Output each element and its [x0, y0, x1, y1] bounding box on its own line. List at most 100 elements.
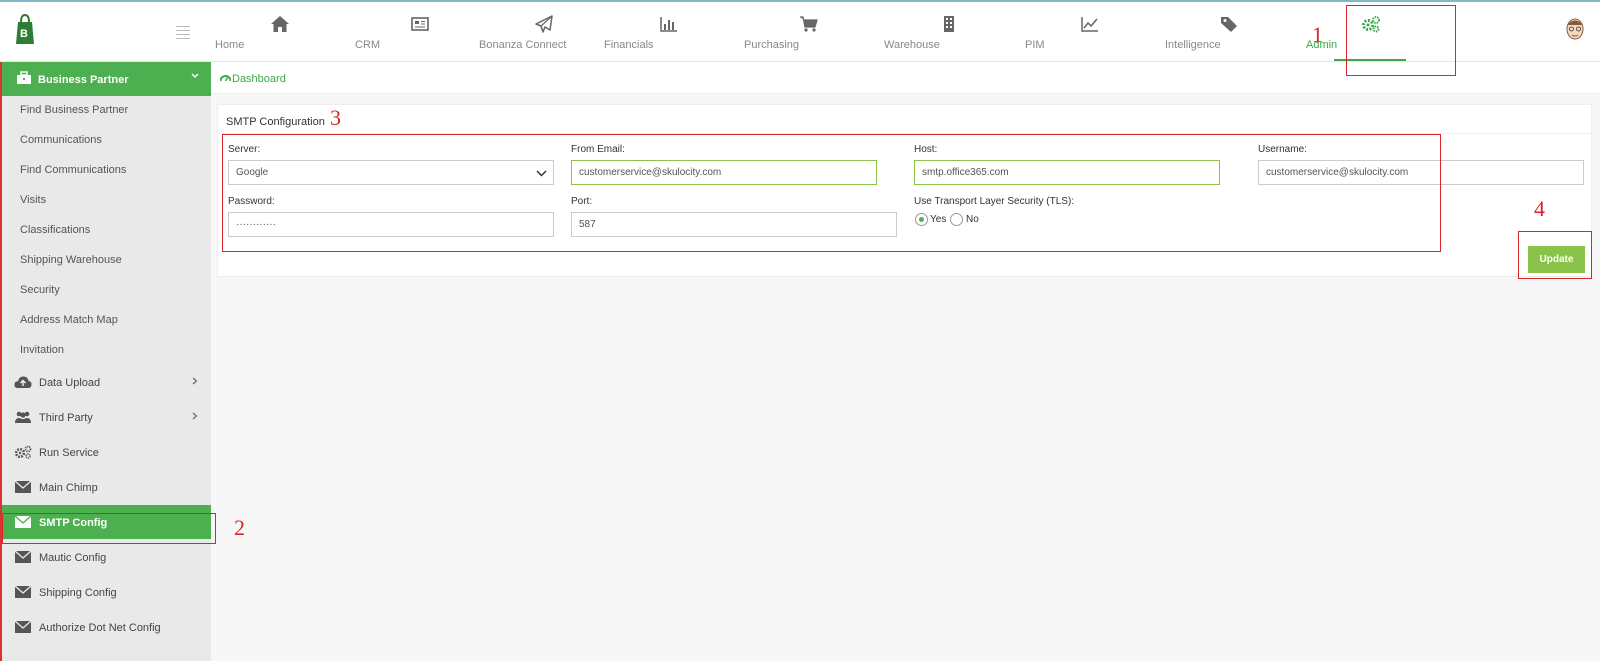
sidebar-item-label: Shipping Config: [39, 587, 117, 599]
chevron-down-icon: [191, 73, 199, 78]
chevron-right-icon: [192, 412, 198, 420]
user-avatar-icon[interactable]: [1564, 16, 1586, 44]
sidebar-item-label: Third Party: [39, 412, 93, 424]
nav-label: CRM: [355, 39, 381, 51]
nav-crm[interactable]: CRM: [355, 2, 485, 62]
nav-label: Purchasing: [744, 39, 800, 51]
envelope-icon: [14, 550, 32, 563]
cart-icon: [800, 16, 818, 32]
card-divider: [218, 133, 1593, 134]
nav-label: Intelligence: [1165, 39, 1221, 51]
sidebar-item-authorize-dot-net-config[interactable]: Authorize Dot Net Config: [2, 610, 211, 644]
host-label: Host:: [914, 144, 938, 155]
sidebar-subitem-security[interactable]: Security: [20, 284, 60, 296]
nav-purchasing[interactable]: Purchasing: [744, 2, 874, 62]
nav-bonanza-connect[interactable]: Bonanza Connect: [479, 2, 609, 62]
update-button[interactable]: Update: [1528, 246, 1585, 273]
sidebar-subitem-find-business-partner[interactable]: Find Business Partner: [20, 104, 128, 116]
nav-label: Home: [215, 39, 245, 51]
top-header: B Home CRM Bonanza Connect Financials Pu…: [0, 2, 1600, 62]
sidebar-subitem-find-communications[interactable]: Find Communications: [20, 164, 126, 176]
sidebar-subitem-communications[interactable]: Communications: [20, 134, 102, 146]
sidebar-subitem-invitation[interactable]: Invitation: [20, 344, 64, 356]
sidebar-item-label: Run Service: [39, 447, 99, 459]
card-title: SMTP Configuration: [226, 116, 325, 128]
sidebar-header-label: Business Partner: [38, 74, 129, 86]
nav-financials[interactable]: Financials: [604, 2, 734, 62]
building-icon: [944, 16, 954, 32]
sidebar-item-data-upload[interactable]: Data Upload: [2, 365, 211, 399]
annotation-number-1: 1: [1312, 22, 1323, 47]
active-tab-underline: [1334, 59, 1406, 61]
sidebar-item-mautic-config[interactable]: Mautic Config: [2, 540, 211, 574]
from-email-input[interactable]: [571, 160, 877, 185]
password-label: Password:: [228, 196, 275, 207]
cloud-upload-icon: [14, 376, 32, 388]
briefcase-icon: [17, 71, 31, 84]
host-input[interactable]: [914, 160, 1220, 185]
annotation-number-2: 2: [234, 515, 245, 540]
sidebar-subitem-address-match-map[interactable]: Address Match Map: [20, 314, 118, 326]
port-input[interactable]: [571, 212, 897, 237]
nav-label: Bonanza Connect: [479, 39, 567, 51]
hamburger-menu-icon[interactable]: [176, 26, 190, 39]
sidebar-item-run-service[interactable]: Run Service: [2, 435, 211, 469]
home-icon: [271, 16, 289, 32]
server-label: Server:: [228, 144, 261, 155]
users-icon: [15, 411, 31, 423]
chevron-right-icon: [192, 377, 198, 385]
sidebar-item-third-party[interactable]: Third Party: [2, 400, 211, 434]
paper-plane-icon: [535, 15, 553, 33]
sidebar-item-label: SMTP Config: [39, 517, 108, 529]
tls-yes-label: Yes: [930, 214, 947, 225]
envelope-icon: [14, 620, 32, 633]
envelope-icon: [14, 480, 32, 493]
server-select[interactable]: Google: [228, 160, 554, 185]
smtp-config-card: SMTP Configuration: [217, 104, 1593, 277]
nav-admin[interactable]: Admin: [1306, 2, 1436, 62]
annotation-number-4: 4: [1534, 196, 1545, 221]
newspaper-icon: [411, 17, 429, 31]
sidebar-subitem-classifications[interactable]: Classifications: [20, 224, 90, 236]
sidebar-header-business-partner[interactable]: Business Partner: [2, 62, 211, 96]
tls-yes-radio[interactable]: [915, 213, 928, 226]
username-input[interactable]: [1258, 160, 1584, 185]
sidebar-item-label: Data Upload: [39, 377, 101, 389]
annotation-number-3: 3: [330, 105, 341, 130]
breadcrumb-dashboard-link[interactable]: Dashboard: [232, 73, 286, 85]
nav-label: Financials: [604, 39, 654, 51]
main-content: Dashboard SMTP Configuration: [211, 62, 1600, 661]
server-select-value: Google: [236, 167, 269, 178]
logo-icon[interactable]: B: [14, 14, 36, 46]
tls-label: Use Transport Layer Security (TLS):: [914, 196, 1075, 207]
from-email-label: From Email:: [571, 144, 625, 155]
sidebar-item-label: Mautic Config: [39, 552, 107, 564]
envelope-icon: [14, 585, 32, 598]
sidebar-item-label: Authorize Dot Net Config: [39, 622, 161, 634]
gears-icon: [14, 445, 32, 459]
svg-text:B: B: [20, 28, 28, 40]
sidebar-subitem-shipping-warehouse[interactable]: Shipping Warehouse: [20, 254, 122, 266]
nav-pim[interactable]: PIM: [1025, 2, 1155, 62]
tls-no-label: No: [966, 214, 979, 225]
username-label: Username:: [1258, 144, 1307, 155]
port-label: Port:: [571, 196, 593, 207]
dashboard-icon: [220, 75, 231, 82]
password-input[interactable]: [228, 212, 554, 237]
nav-label: PIM: [1025, 39, 1045, 51]
sidebar-item-smtp-config[interactable]: SMTP Config: [2, 505, 211, 539]
chevron-down-icon: [536, 170, 547, 177]
nav-label: Warehouse: [884, 39, 940, 51]
envelope-icon: [14, 515, 32, 528]
sidebar-item-main-chimp[interactable]: Main Chimp: [2, 470, 211, 504]
breadcrumb: Dashboard: [211, 62, 1600, 94]
line-chart-icon: [1081, 17, 1098, 32]
sidebar: Business Partner Find Business Partner C…: [0, 62, 211, 661]
tls-no-radio[interactable]: [950, 213, 963, 226]
sidebar-subitem-visits[interactable]: Visits: [20, 194, 46, 206]
nav-home[interactable]: Home: [215, 2, 345, 62]
sidebar-item-shipping-config[interactable]: Shipping Config: [2, 575, 211, 609]
bar-chart-icon: [660, 17, 677, 32]
nav-intelligence[interactable]: Intelligence: [1165, 2, 1295, 62]
nav-warehouse[interactable]: Warehouse: [884, 2, 1014, 62]
